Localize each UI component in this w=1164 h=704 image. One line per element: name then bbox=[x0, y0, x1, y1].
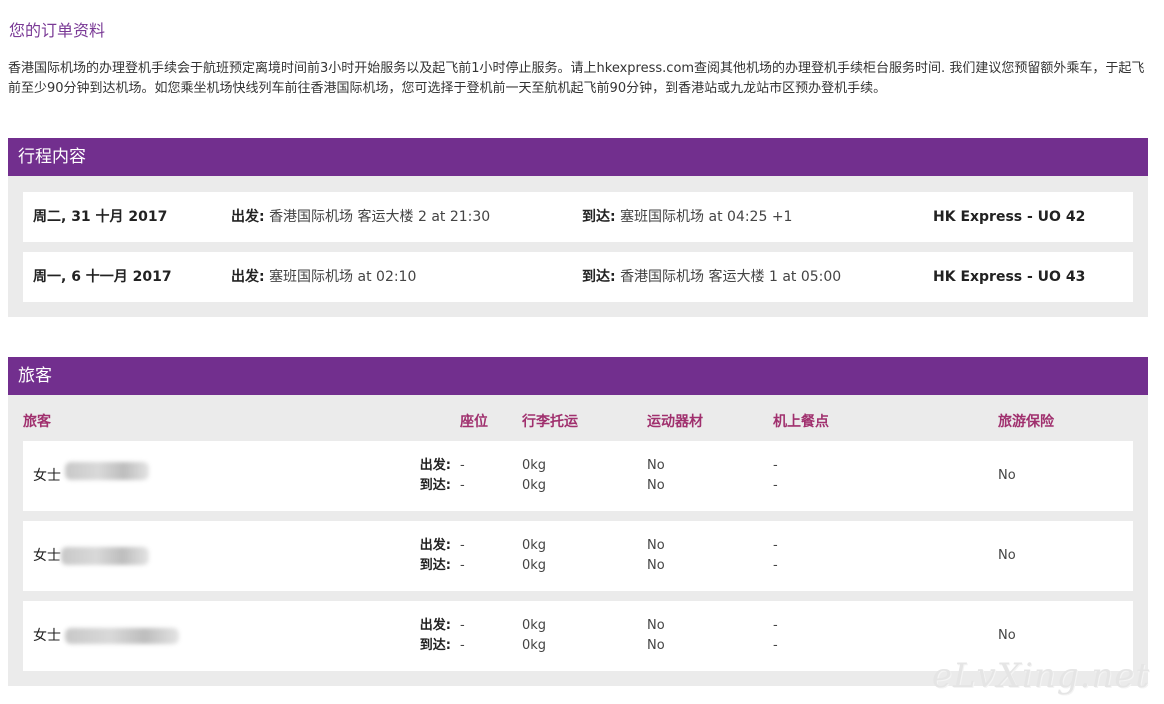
seat-values: -- bbox=[460, 536, 465, 576]
column-header-sports: 运动器材 bbox=[647, 414, 703, 430]
sports-out: No bbox=[647, 618, 665, 633]
seat-values: -- bbox=[460, 616, 465, 656]
baggage-in: 0kg bbox=[522, 478, 547, 493]
meal-values: -- bbox=[773, 536, 778, 576]
meal-in: - bbox=[773, 478, 778, 493]
sports-out: No bbox=[647, 458, 665, 473]
seat-out: - bbox=[460, 618, 465, 633]
column-header-baggage: 行李托运 bbox=[522, 414, 578, 430]
arrive-label: 到达: bbox=[419, 478, 451, 493]
seat-in: - bbox=[460, 558, 465, 573]
watermark: eLvXing.net bbox=[931, 656, 1150, 696]
flight-row: 周二, 31 十月 2017 出发: 香港国际机场 客运大楼 2 at 21:3… bbox=[23, 192, 1133, 242]
baggage-in: 0kg bbox=[522, 558, 547, 573]
seat-values: -- bbox=[460, 456, 465, 496]
arrival-label: 到达: bbox=[582, 269, 616, 285]
flight-departure: 出发: 香港国际机场 客运大楼 2 at 21:30 bbox=[231, 192, 490, 242]
meal-out: - bbox=[773, 618, 778, 633]
departure-value: 塞班国际机场 at 02:10 bbox=[269, 269, 417, 285]
depart-label: 出发: bbox=[419, 538, 451, 553]
redacted-name bbox=[65, 462, 149, 480]
meal-out: - bbox=[773, 458, 778, 473]
meal-values: -- bbox=[773, 616, 778, 656]
sports-values: No No bbox=[647, 456, 665, 496]
baggage-out: 0kg bbox=[522, 618, 547, 633]
baggage-in: 0kg bbox=[522, 638, 547, 653]
intro-text: 香港国际机场的办理登机手续会于航班预定离境时间前3小时开始服务以及起飞前1小时停… bbox=[8, 61, 1145, 96]
leg-labels: 出发: 到达: bbox=[401, 536, 451, 576]
insurance-value: No bbox=[998, 468, 1016, 483]
depart-label: 出发: bbox=[419, 458, 451, 473]
baggage-values: 0kg 0kg bbox=[522, 456, 546, 496]
depart-label: 出发: bbox=[419, 618, 451, 633]
seat-in: - bbox=[460, 478, 465, 493]
flight-number: HK Express - UO 42 bbox=[933, 209, 1086, 225]
column-header-seat: 座位 bbox=[460, 414, 488, 430]
seat-out: - bbox=[460, 538, 465, 553]
insurance-value: No bbox=[998, 628, 1016, 643]
meal-values: -- bbox=[773, 456, 778, 496]
page-title: 您的订单资料 bbox=[9, 21, 106, 40]
flight-date: 周一, 6 十一月 2017 bbox=[33, 269, 172, 285]
meal-out: - bbox=[773, 538, 778, 553]
passenger-name: 女士 bbox=[33, 628, 61, 644]
sports-values: No No bbox=[647, 616, 665, 656]
baggage-values: 0kg 0kg bbox=[522, 616, 546, 656]
sports-out: No bbox=[647, 538, 665, 553]
flight-arrival: 到达: 塞班国际机场 at 04:25 +1 bbox=[582, 192, 792, 242]
arrival-label: 到达: bbox=[582, 209, 616, 225]
sports-in: No bbox=[647, 478, 665, 493]
flight-date: 周二, 31 十月 2017 bbox=[33, 209, 168, 225]
column-header-insurance: 旅游保险 bbox=[998, 414, 1054, 430]
itinerary-panel: 周二, 31 十月 2017 出发: 香港国际机场 客运大楼 2 at 21:3… bbox=[8, 176, 1148, 317]
redacted-name bbox=[65, 628, 179, 644]
passengers-header: 旅客 bbox=[8, 357, 1148, 395]
sports-values: No No bbox=[647, 536, 665, 576]
meal-in: - bbox=[773, 558, 778, 573]
itinerary-header: 行程内容 bbox=[8, 138, 1148, 176]
flight-arrival: 到达: 香港国际机场 客运大楼 1 at 05:00 bbox=[582, 252, 841, 302]
passenger-name: 女士 bbox=[33, 548, 61, 564]
departure-label: 出发: bbox=[231, 209, 265, 225]
redacted-name bbox=[61, 547, 149, 565]
insurance-value: No bbox=[998, 548, 1016, 563]
baggage-out: 0kg bbox=[522, 458, 547, 473]
meal-in: - bbox=[773, 638, 778, 653]
seat-out: - bbox=[460, 458, 465, 473]
departure-label: 出发: bbox=[231, 269, 265, 285]
sports-in: No bbox=[647, 638, 665, 653]
leg-labels: 出发: 到达: bbox=[401, 616, 451, 656]
flight-number: HK Express - UO 43 bbox=[933, 269, 1086, 285]
arrival-value: 香港国际机场 客运大楼 1 at 05:00 bbox=[620, 269, 842, 285]
baggage-values: 0kg 0kg bbox=[522, 536, 546, 576]
departure-value: 香港国际机场 客运大楼 2 at 21:30 bbox=[269, 209, 491, 225]
seat-in: - bbox=[460, 638, 465, 653]
column-header-meal: 机上餐点 bbox=[773, 414, 829, 430]
flight-row: 周一, 6 十一月 2017 出发: 塞班国际机场 at 02:10 到达: 香… bbox=[23, 252, 1133, 302]
passenger-row: 女士 出发: 到达: -- 0kg 0kg No No -- No bbox=[23, 441, 1133, 511]
arrival-value: 塞班国际机场 at 04:25 +1 bbox=[620, 209, 793, 225]
arrive-label: 到达: bbox=[419, 638, 451, 653]
leg-labels: 出发: 到达: bbox=[401, 456, 451, 496]
baggage-out: 0kg bbox=[522, 538, 547, 553]
column-header-passenger: 旅客 bbox=[23, 414, 51, 430]
passenger-name: 女士 bbox=[33, 468, 61, 484]
arrive-label: 到达: bbox=[419, 558, 451, 573]
sports-in: No bbox=[647, 558, 665, 573]
flight-departure: 出发: 塞班国际机场 at 02:10 bbox=[231, 252, 416, 302]
passenger-row: 女士 出发: 到达: -- 0kg 0kg No No -- No bbox=[23, 521, 1133, 591]
